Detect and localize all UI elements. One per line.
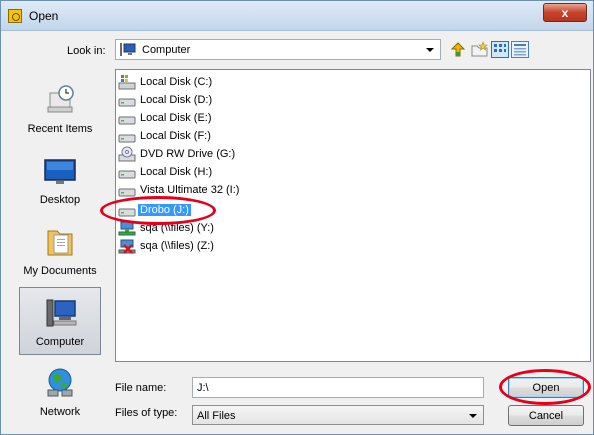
list-item-label: DVD RW Drive (G:) bbox=[140, 148, 236, 160]
file-name-input[interactable]: J:\ bbox=[192, 377, 484, 398]
list-item-label: sqa (\\files) (Z:) bbox=[140, 240, 214, 252]
hard-drive-icon bbox=[118, 208, 136, 217]
list-item-label: Drobo (J:) bbox=[138, 204, 191, 216]
hard-drive-icon bbox=[118, 170, 136, 179]
places-bar: Recent Items Desktop My Documents Comput… bbox=[7, 69, 107, 423]
file-type-dropdown[interactable]: All Files bbox=[192, 405, 484, 425]
place-label: Desktop bbox=[39, 194, 81, 206]
hard-drive-icon bbox=[118, 188, 136, 197]
dialog-title: Open bbox=[29, 9, 59, 23]
place-recent-items[interactable]: Recent Items bbox=[19, 75, 101, 143]
list-item-label: Vista Ultimate 32 (I:) bbox=[140, 184, 240, 196]
open-dialog: Open x Look in: Computer Recent Items De… bbox=[0, 0, 594, 435]
list-item[interactable]: Local Disk (D:) bbox=[118, 92, 214, 108]
recent-items-icon bbox=[47, 85, 74, 113]
list-item-label: Local Disk (C:) bbox=[140, 76, 213, 88]
title-bar[interactable]: Open x bbox=[1, 1, 593, 31]
file-type-value: All Files bbox=[197, 410, 236, 422]
cancel-button[interactable]: Cancel bbox=[508, 405, 584, 426]
list-item-label: sqa (\\files) (Y:) bbox=[140, 222, 214, 234]
list-item-label: Local Disk (H:) bbox=[140, 166, 213, 178]
open-button[interactable]: Open bbox=[508, 377, 584, 398]
list-item-label: Local Disk (E:) bbox=[140, 112, 212, 124]
list-item-label: Local Disk (D:) bbox=[140, 94, 213, 106]
file-list[interactable]: Local Disk (C:) Local Disk (D:) Local Di… bbox=[100, 69, 591, 362]
place-computer[interactable]: Computer bbox=[19, 287, 101, 355]
list-item-selected[interactable]: Drobo (J:) bbox=[118, 202, 191, 218]
place-my-documents[interactable]: My Documents bbox=[19, 217, 101, 285]
list-item[interactable]: Local Disk (C:) bbox=[118, 74, 214, 90]
file-name-label: File name: bbox=[115, 382, 167, 394]
look-in-dropdown[interactable]: Computer bbox=[115, 39, 441, 60]
details-view-icon[interactable] bbox=[511, 41, 529, 58]
list-item[interactable]: sqa (\\files) (Z:) bbox=[118, 238, 216, 254]
list-item[interactable]: Local Disk (E:) bbox=[118, 110, 214, 126]
disconnected-network-drive-icon bbox=[118, 239, 136, 254]
close-button[interactable]: x bbox=[543, 3, 587, 22]
network-icon bbox=[47, 368, 73, 397]
file-type-label: Files of type: bbox=[115, 407, 178, 419]
hard-drive-icon bbox=[118, 98, 136, 107]
place-label: Computer bbox=[35, 336, 85, 348]
place-label: My Documents bbox=[23, 265, 97, 277]
place-label: Network bbox=[39, 406, 81, 418]
desktop-icon bbox=[44, 159, 76, 184]
list-item[interactable]: Local Disk (F:) bbox=[118, 128, 213, 144]
chevron-down-icon bbox=[426, 48, 434, 52]
app-icon bbox=[8, 9, 22, 23]
network-drive-icon bbox=[118, 221, 136, 236]
list-item[interactable]: DVD RW Drive (G:) bbox=[118, 146, 237, 162]
look-in-value: Computer bbox=[142, 44, 191, 56]
my-documents-icon bbox=[47, 230, 73, 256]
list-item[interactable]: sqa (\\files) (Y:) bbox=[118, 220, 216, 236]
list-item-label: Local Disk (F:) bbox=[140, 130, 211, 142]
list-item[interactable]: Local Disk (H:) bbox=[118, 164, 214, 180]
view-menu-icon[interactable] bbox=[491, 41, 509, 58]
hard-drive-icon bbox=[118, 134, 136, 143]
up-folder-icon[interactable] bbox=[449, 41, 467, 58]
hard-drive-icon bbox=[118, 116, 136, 125]
computer-icon bbox=[120, 43, 136, 56]
look-in-label: Look in: bbox=[67, 45, 106, 57]
place-label: Recent Items bbox=[27, 123, 93, 135]
new-folder-icon[interactable] bbox=[471, 41, 489, 58]
computer-icon bbox=[46, 299, 77, 327]
place-desktop[interactable]: Desktop bbox=[19, 146, 101, 214]
dvd-drive-icon bbox=[118, 146, 136, 162]
place-network[interactable]: Network bbox=[19, 358, 101, 426]
list-item[interactable]: Vista Ultimate 32 (I:) bbox=[118, 182, 241, 198]
system-drive-icon bbox=[118, 75, 136, 90]
chevron-down-icon bbox=[469, 414, 477, 418]
